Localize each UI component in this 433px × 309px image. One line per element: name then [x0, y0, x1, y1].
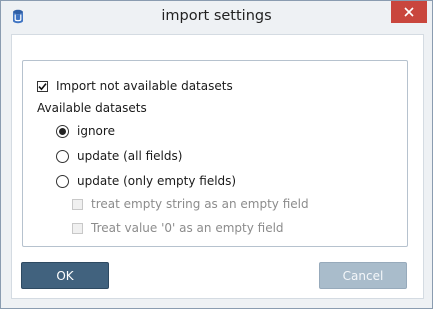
treat-empty-string-checkbox[interactable]: [72, 198, 83, 210]
close-button[interactable]: [391, 1, 427, 23]
close-icon: [404, 7, 414, 17]
treat-zero-checkbox[interactable]: [72, 222, 83, 234]
dialog-content: Import not available datasets Available …: [11, 34, 424, 299]
ok-button[interactable]: OK: [21, 262, 109, 289]
available-datasets-label: Available datasets: [37, 101, 147, 115]
radio-update-empty-label: update (only empty fields): [77, 174, 237, 188]
cancel-button[interactable]: Cancel: [319, 262, 407, 289]
radio-update-all[interactable]: [56, 149, 69, 163]
treat-empty-string-label: treat empty string as an empty field: [91, 197, 309, 211]
import-not-available-option[interactable]: Import not available datasets: [37, 79, 233, 93]
radio-selected-dot: [59, 127, 66, 135]
title-bar[interactable]: import settings: [1, 1, 432, 33]
radio-option-update-empty[interactable]: update (only empty fields): [56, 174, 236, 188]
radio-ignore[interactable]: [56, 124, 69, 138]
radio-update-all-label: update (all fields): [77, 149, 183, 163]
radio-update-empty[interactable]: [56, 174, 69, 188]
treat-zero-option[interactable]: Treat value '0' as an empty field: [72, 221, 284, 235]
radio-ignore-label: ignore: [77, 124, 115, 138]
radio-option-update-all[interactable]: update (all fields): [56, 149, 182, 163]
import-settings-dialog: import settings Import not available dat…: [0, 0, 433, 309]
import-options-group: Import not available datasets Available …: [22, 60, 408, 247]
dialog-title: import settings: [161, 8, 272, 24]
available-datasets-heading: Available datasets: [37, 101, 147, 115]
checkmark-icon: [38, 82, 47, 90]
treat-zero-label: Treat value '0' as an empty field: [91, 221, 284, 235]
import-not-available-checkbox[interactable]: [37, 80, 48, 92]
import-not-available-label: Import not available datasets: [56, 79, 233, 93]
radio-option-ignore[interactable]: ignore: [56, 124, 115, 138]
treat-empty-string-option[interactable]: treat empty string as an empty field: [72, 197, 309, 211]
